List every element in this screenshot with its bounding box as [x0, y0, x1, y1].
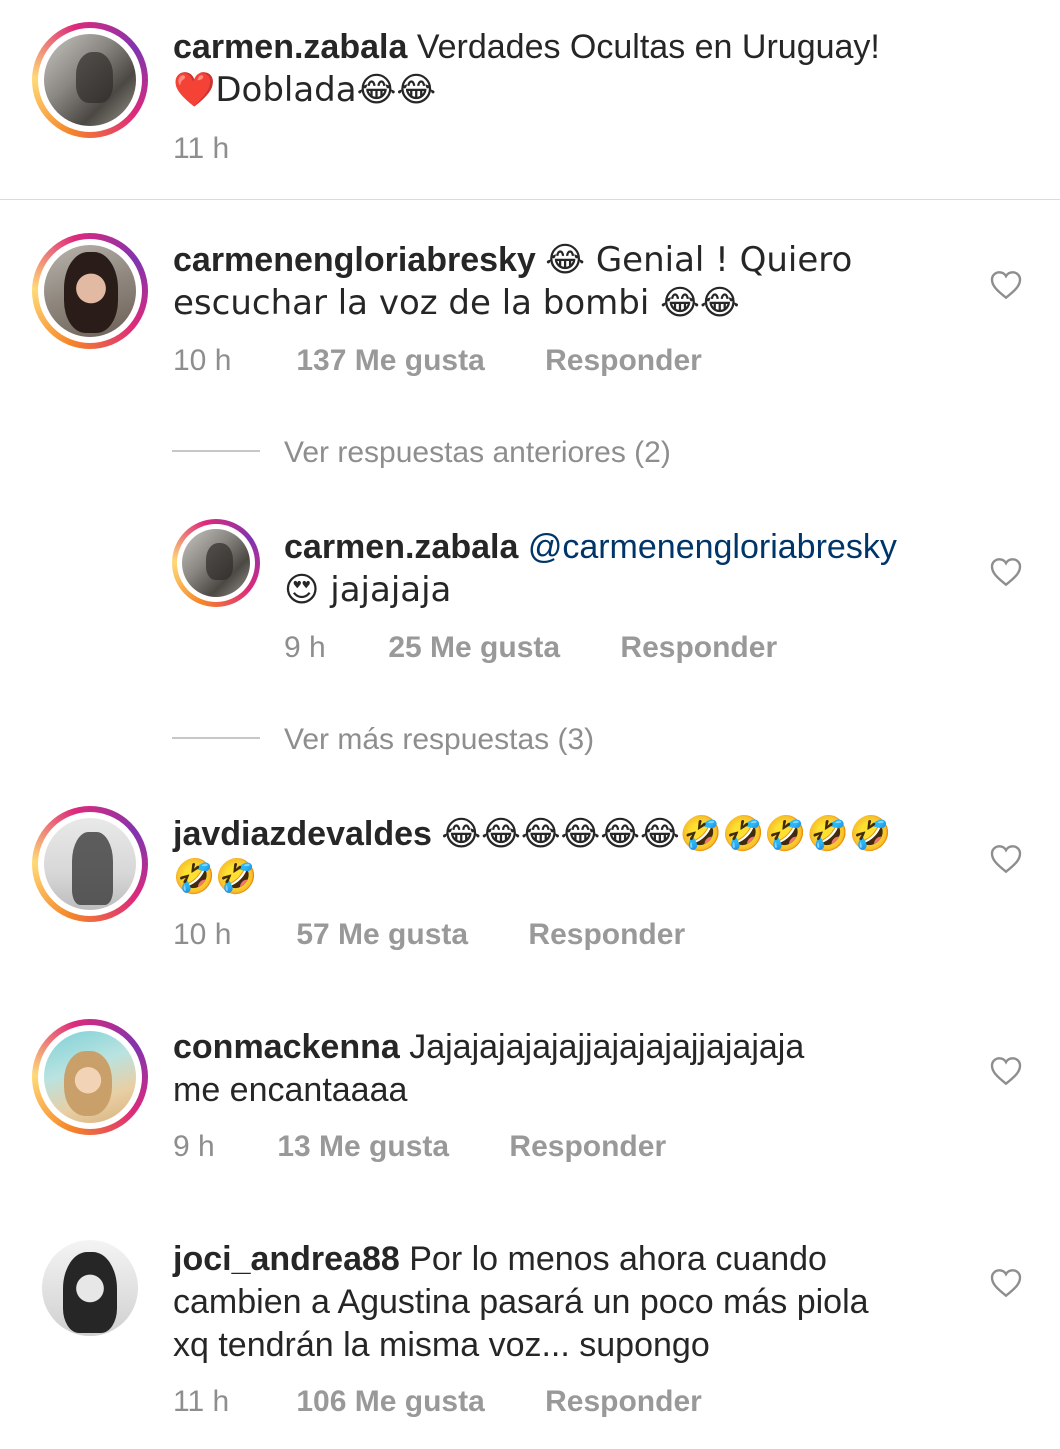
comment-body: 😂😂😂😂😂😂🤣🤣🤣🤣🤣 — [441, 814, 892, 854]
reply-button[interactable]: Responder — [545, 344, 702, 378]
view-previous-replies[interactable]: Ver respuestas anteriores (2) — [284, 436, 671, 470]
reply-text: carmen.zabala @carmenengloriabresky 😍 ja… — [284, 526, 974, 612]
comment-body: Jajajajajajajjajajajajjajajaja — [409, 1028, 805, 1066]
avatar-image — [182, 529, 250, 597]
comment-body-line3: xq tendrán la misma voz... supongo — [173, 1326, 710, 1364]
comment-meta: 10 h 137 Me gusta Responder — [173, 344, 702, 378]
comment-text: carmenengloriabresky 😂 Genial ! Quiero e… — [173, 239, 963, 325]
reply-button[interactable]: Responder — [528, 918, 685, 952]
comment-meta: 11 h 106 Me gusta Responder — [173, 1385, 702, 1419]
comment-body: Por lo menos ahora cuando — [409, 1240, 827, 1278]
comment-body-line2: cambien a Agustina pasará un poco más pi… — [173, 1283, 869, 1321]
comment-body-line2: 🤣🤣 — [173, 857, 258, 897]
heart-icon[interactable] — [990, 1056, 1022, 1086]
comment-time[interactable]: 10 h — [173, 344, 288, 378]
comment-likes[interactable]: 137 Me gusta — [296, 344, 484, 378]
comment-username[interactable]: joci_andrea88 — [173, 1240, 400, 1278]
comment-likes[interactable]: 57 Me gusta — [296, 918, 468, 952]
reply-button[interactable]: Responder — [545, 1385, 702, 1419]
comment-username[interactable]: conmackenna — [173, 1028, 400, 1066]
comment-body-line2: me encantaaaa — [173, 1071, 408, 1109]
caption-text: carmen.zabala Verdades Ocultas en Urugua… — [173, 26, 993, 112]
heart-icon[interactable] — [990, 844, 1022, 874]
caption-username[interactable]: carmen.zabala — [173, 28, 407, 66]
caption-body-line2: ❤️Doblada😂😂 — [173, 70, 437, 110]
comment-body-line2: escuchar la voz de la bombi 😂😂 — [173, 283, 740, 323]
thread-line — [172, 737, 260, 739]
heart-icon[interactable] — [990, 557, 1022, 587]
heart-icon[interactable] — [990, 270, 1022, 300]
caption-body: Verdades Ocultas en Uruguay! — [416, 28, 880, 66]
caption-time[interactable]: 11 h — [173, 132, 229, 166]
reply-mention[interactable]: @carmenengloriabresky — [528, 528, 897, 566]
avatar-image — [44, 245, 136, 337]
view-more-replies[interactable]: Ver más respuestas (3) — [284, 723, 594, 757]
comment-likes[interactable]: 106 Me gusta — [296, 1385, 484, 1419]
comment-avatar[interactable] — [32, 1019, 148, 1135]
reply-username[interactable]: carmen.zabala — [284, 528, 518, 566]
comment-avatar[interactable] — [32, 233, 148, 349]
reply-button[interactable]: Responder — [620, 631, 777, 665]
comment-username[interactable]: javdiazdevaldes — [173, 815, 432, 853]
reply-body: 😍 jajajaja — [284, 570, 452, 610]
reply-time[interactable]: 9 h — [284, 631, 380, 665]
comment-meta: 9 h 13 Me gusta Responder — [173, 1130, 666, 1164]
avatar-image — [44, 1031, 136, 1123]
comment-body: 😂 Genial ! Quiero — [545, 240, 853, 280]
reply-avatar[interactable] — [172, 519, 260, 607]
reply-meta: 9 h 25 Me gusta Responder — [284, 631, 777, 665]
reply-likes[interactable]: 25 Me gusta — [388, 631, 560, 665]
comment-avatar[interactable] — [42, 1240, 138, 1336]
comment-meta: 10 h 57 Me gusta Responder — [173, 918, 685, 952]
caption-meta: 11 h — [173, 132, 229, 166]
comment-time[interactable]: 9 h — [173, 1130, 269, 1164]
thread-line — [172, 450, 260, 452]
comment-likes[interactable]: 13 Me gusta — [277, 1130, 449, 1164]
avatar-image — [44, 34, 136, 126]
comment-text: javdiazdevaldes 😂😂😂😂😂😂🤣🤣🤣🤣🤣 🤣🤣 — [173, 813, 963, 899]
comment-text: joci_andrea88 Por lo menos ahora cuando … — [173, 1238, 963, 1367]
heart-icon[interactable] — [990, 1268, 1022, 1298]
comment-time[interactable]: 10 h — [173, 918, 288, 952]
caption-avatar[interactable] — [32, 22, 148, 138]
comment-time[interactable]: 11 h — [173, 1385, 288, 1419]
comment-username[interactable]: carmenengloriabresky — [173, 241, 536, 279]
caption-divider — [0, 199, 1060, 200]
comment-avatar[interactable] — [32, 806, 148, 922]
reply-button[interactable]: Responder — [509, 1130, 666, 1164]
avatar-image — [44, 818, 136, 910]
comment-text: conmackenna Jajajajajajajjajajajajjajaja… — [173, 1026, 963, 1112]
